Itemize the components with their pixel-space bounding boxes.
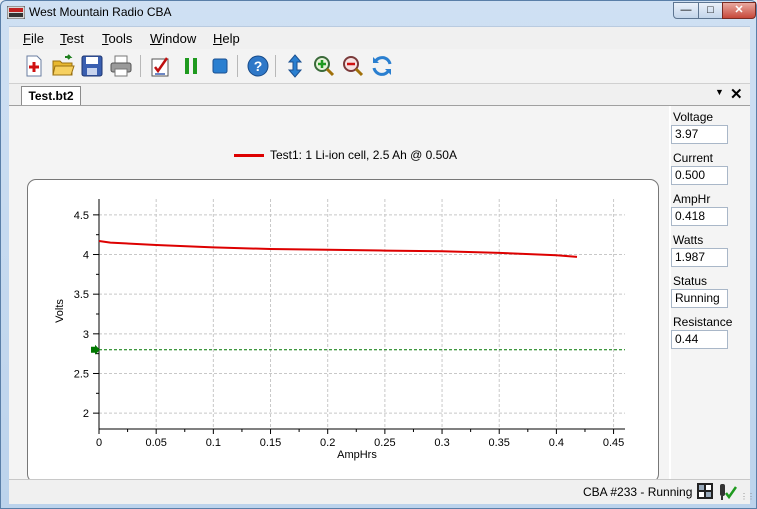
minimize-button[interactable]: — <box>673 2 699 19</box>
pause-icon[interactable] <box>179 54 203 78</box>
toolbar-separator <box>275 55 276 77</box>
x-axis-label: AmpHrs <box>337 449 377 461</box>
device-icon <box>697 483 713 499</box>
save-icon[interactable] <box>80 54 104 78</box>
y-tick-label: 4 <box>83 250 89 262</box>
window-title: West Mountain Radio CBA <box>29 5 172 19</box>
checklist-icon[interactable] <box>149 54 173 78</box>
title-bar[interactable]: West Mountain Radio CBA — □ ✕ <box>1 1 756 25</box>
print-icon[interactable] <box>109 54 133 78</box>
x-tick-label: 0.4 <box>549 437 564 449</box>
legend-label: Test1: 1 Li-ion cell, 2.5 Ah @ 0.50A <box>270 148 457 162</box>
current-label: Current <box>673 151 714 165</box>
menu-file[interactable]: File <box>23 31 44 46</box>
svg-text:?: ? <box>254 58 263 74</box>
x-tick-label: 0.2 <box>320 437 335 449</box>
x-tick-label: 0.45 <box>603 437 624 449</box>
document-area: Test.bt2 ▼ ✕ Test1: 1 Li-ion cell, 2.5 A… <box>9 84 750 483</box>
status-label: Status <box>673 274 708 288</box>
tab-close-icon[interactable]: ✕ <box>730 85 743 103</box>
toolbar: ? <box>9 49 750 84</box>
scroll-vertical-icon[interactable] <box>283 54 307 78</box>
status-text: CBA #233 - Running <box>583 485 693 499</box>
y-tick-label: 3 <box>83 329 89 341</box>
amphr-field[interactable]: 0.418 <box>671 207 728 226</box>
chart-legend: Test1: 1 Li-ion cell, 2.5 Ah @ 0.50A <box>234 148 457 162</box>
maximize-button[interactable]: □ <box>698 2 723 19</box>
help-icon[interactable]: ? <box>246 54 270 78</box>
toolbar-separator <box>237 55 238 77</box>
y-axis-label: Volts <box>54 299 66 323</box>
menu-tools[interactable]: Tools <box>102 31 132 46</box>
y-tick-label: 3.5 <box>74 289 89 301</box>
resize-grip-icon[interactable]: ⋮⋮ <box>740 492 755 501</box>
x-tick-label: 0.3 <box>434 437 449 449</box>
menu-test[interactable]: Test <box>60 31 84 46</box>
current-field[interactable]: 0.500 <box>671 166 728 185</box>
open-icon[interactable] <box>51 54 75 78</box>
status-field[interactable]: Running <box>671 289 728 308</box>
voltage-field[interactable]: 3.97 <box>671 125 728 144</box>
legend-swatch <box>234 154 264 158</box>
chart-pane: Test1: 1 Li-ion cell, 2.5 Ah @ 0.50A 0 0.… <box>9 106 669 483</box>
zoom-out-icon[interactable] <box>341 54 365 78</box>
amphr-label: AmpHr <box>673 192 711 206</box>
app-icon <box>7 6 25 19</box>
connected-icon <box>720 484 737 500</box>
close-button[interactable]: ✕ <box>722 2 756 19</box>
watts-field[interactable]: 1.987 <box>671 248 728 267</box>
refresh-icon[interactable] <box>370 54 394 78</box>
plot-frame: 0 0.05 0.1 0.15 0.2 0.25 0.3 0.35 0.4 0.45 2 2.5 3 3.… <box>27 179 659 483</box>
y-tick-label: 2.5 <box>74 368 89 380</box>
resistance-field[interactable]: 0.44 <box>671 330 728 349</box>
y-tick-label: 4.5 <box>74 210 89 222</box>
menu-window[interactable]: Window <box>150 31 196 46</box>
toolbar-separator <box>140 55 141 77</box>
status-bar: CBA #233 - Running ⋮⋮ <box>9 479 755 504</box>
x-tick-label: 0.35 <box>489 437 510 449</box>
tab-test-bt2[interactable]: Test.bt2 <box>21 86 81 105</box>
readings-panel: Voltage 3.97 Current 0.500 AmpHr 0.418 W… <box>671 106 750 479</box>
app-window: West Mountain Radio CBA — □ ✕ File Test … <box>0 0 757 509</box>
new-test-icon[interactable] <box>22 54 46 78</box>
resistance-label: Resistance <box>673 315 733 329</box>
x-tick-label: 0.15 <box>260 437 281 449</box>
menu-help[interactable]: Help <box>213 31 240 46</box>
x-tick-label: 0.1 <box>206 437 221 449</box>
voltage-chart[interactable]: 0 0.05 0.1 0.15 0.2 0.25 0.3 0.35 0.4 0.45 2 2.5 3 3.… <box>28 180 658 482</box>
x-tick-label: 0.05 <box>145 437 166 449</box>
x-tick-label: 0.25 <box>374 437 395 449</box>
y-tick-label: 2 <box>83 408 89 420</box>
tab-dropdown-icon[interactable]: ▼ <box>715 87 724 97</box>
zoom-in-icon[interactable] <box>312 54 336 78</box>
stop-icon[interactable] <box>208 54 232 78</box>
watts-label: Watts <box>673 233 704 247</box>
voltage-label: Voltage <box>673 110 714 124</box>
x-tick-label: 0 <box>96 437 102 449</box>
menu-bar: File Test Tools Window Help <box>9 26 750 49</box>
tab-strip: Test.bt2 ▼ ✕ <box>9 84 750 106</box>
